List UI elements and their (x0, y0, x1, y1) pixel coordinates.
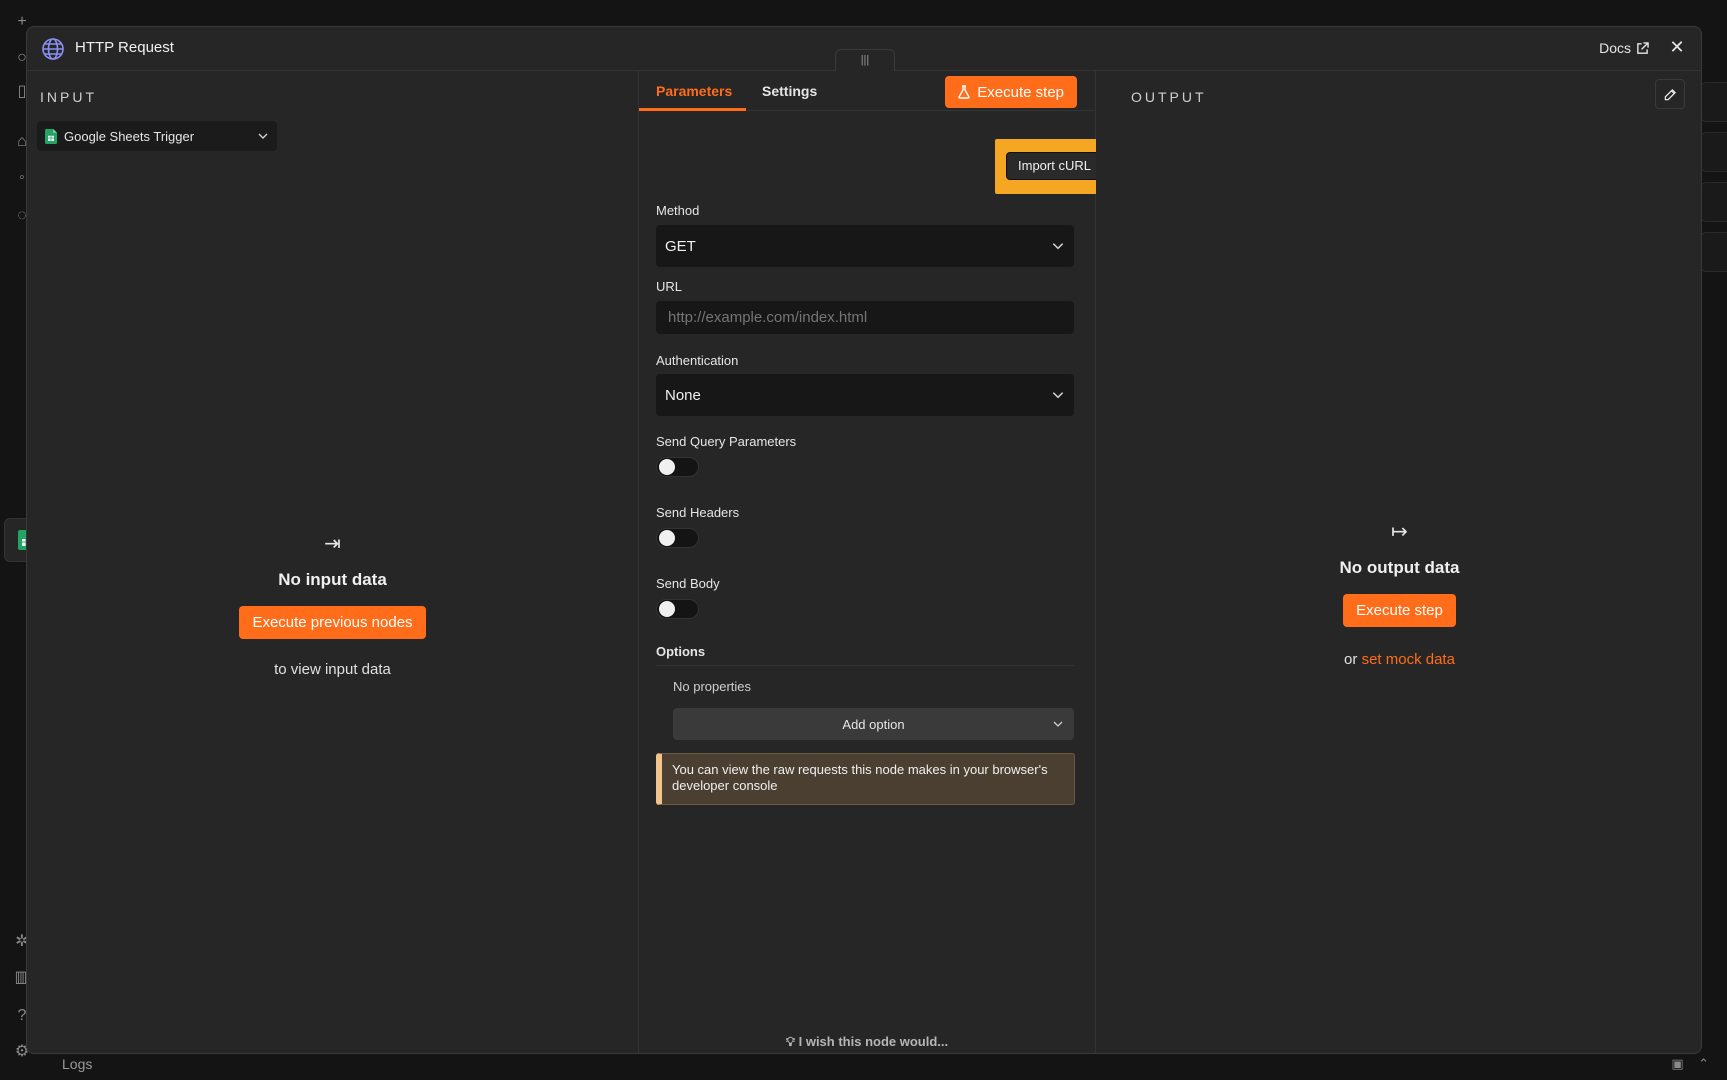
input-node-select[interactable]: Google Sheets Trigger (37, 121, 277, 151)
docs-link[interactable]: Docs (1599, 40, 1649, 56)
active-tab-indicator (639, 108, 746, 111)
canvas-ghost-button (1700, 132, 1727, 172)
parameters-panel: Parameters Settings Execute step Import … (638, 71, 1114, 1053)
chevron-down-icon (1052, 243, 1064, 250)
panel-tabs: Parameters Settings Execute step (639, 71, 1095, 111)
send-headers-toggle[interactable] (656, 528, 699, 548)
input-heading: INPUT (40, 89, 97, 105)
authentication-select[interactable]: None (656, 374, 1074, 416)
google-sheets-icon (45, 128, 57, 144)
set-mock-data-link[interactable]: set mock data (1362, 651, 1455, 668)
add-option-label: Add option (842, 716, 905, 732)
mock-prefix: or (1344, 651, 1358, 668)
flask-icon (958, 85, 970, 99)
modal-title: HTTP Request (75, 39, 174, 56)
feedback-link[interactable]: 💡︎ I wish this node would... (639, 1034, 1095, 1050)
send-body-label: Send Body (656, 576, 720, 591)
mock-data-line: or set mock data (1096, 651, 1701, 668)
output-empty-state: ↦ No output data Execute step or set moc… (1096, 519, 1701, 668)
execute-step-label: Execute step (977, 83, 1064, 101)
send-body-toggle[interactable] (656, 599, 699, 619)
chevron-down-icon (258, 133, 268, 139)
developer-console-notice: You can view the raw requests this node … (656, 753, 1075, 805)
authentication-label: Authentication (656, 353, 739, 368)
pencil-icon (1664, 88, 1676, 100)
edit-output-button[interactable] (1655, 79, 1685, 109)
tab-settings[interactable]: Settings (762, 83, 817, 99)
import-curl-button[interactable]: Import cURL (1006, 152, 1103, 180)
input-empty-title: No input data (278, 570, 387, 589)
input-panel: INPUT Google Sheets Trigger ⇥ No input d… (27, 71, 638, 1053)
arrow-to-right-icon: ⇥ (324, 533, 341, 555)
node-modal: HTTP Request Docs ✕ ||| INPUT Google She… (26, 26, 1702, 1054)
send-query-parameters-label: Send Query Parameters (656, 434, 797, 449)
method-label: Method (656, 203, 700, 218)
authentication-value: None (665, 386, 701, 404)
chevron-down-icon (1052, 392, 1064, 399)
execute-step-button[interactable]: Execute step (945, 76, 1077, 108)
arrow-from-bar-icon: ↦ (1391, 521, 1408, 543)
options-label: Options (656, 644, 1074, 666)
send-query-parameters-toggle[interactable] (656, 457, 699, 477)
input-empty-subtitle: to view input data (274, 661, 391, 678)
execute-previous-nodes-button[interactable]: Execute previous nodes (239, 606, 426, 639)
toggle-knob (659, 459, 675, 475)
docs-label: Docs (1599, 40, 1631, 56)
input-node-select-label: Google Sheets Trigger (64, 128, 195, 144)
toggle-knob (659, 530, 675, 546)
lightbulb-icon: 💡︎ (785, 1034, 795, 1049)
url-input[interactable] (656, 301, 1074, 334)
logs-toggle-icons[interactable]: ▣ ⌃ (1671, 1056, 1709, 1072)
toggle-knob (659, 601, 675, 617)
globe-icon (42, 38, 64, 60)
add-option-dropdown[interactable]: Add option (673, 708, 1074, 740)
external-link-icon (1637, 41, 1649, 54)
feedback-label: I wish this node would... (798, 1034, 949, 1049)
output-execute-step-button[interactable]: Execute step (1343, 594, 1456, 627)
canvas-ghost-button (1700, 82, 1727, 122)
logs-label[interactable]: Logs (62, 1056, 92, 1072)
canvas-ghost-button (1700, 232, 1727, 272)
method-value: GET (665, 237, 696, 255)
output-panel: OUTPUT ↦ No output data Execute step or … (1096, 71, 1701, 1053)
output-heading: OUTPUT (1131, 89, 1207, 105)
canvas-ghost-button (1700, 182, 1727, 222)
logs-bar[interactable]: Logs ▣ ⌃ (44, 1052, 1727, 1080)
input-empty-state: ⇥ No input data Execute previous nodes t… (27, 531, 638, 678)
panel-drag-handle[interactable]: ||| (835, 49, 895, 71)
method-select[interactable]: GET (656, 225, 1074, 267)
close-icon[interactable]: ✕ (1667, 37, 1687, 58)
url-label: URL (656, 279, 683, 294)
no-properties-text: No properties (673, 679, 752, 694)
chevron-down-icon (1053, 721, 1063, 727)
output-empty-title: No output data (1339, 558, 1460, 577)
tab-parameters[interactable]: Parameters (656, 83, 732, 99)
send-headers-label: Send Headers (656, 505, 740, 520)
